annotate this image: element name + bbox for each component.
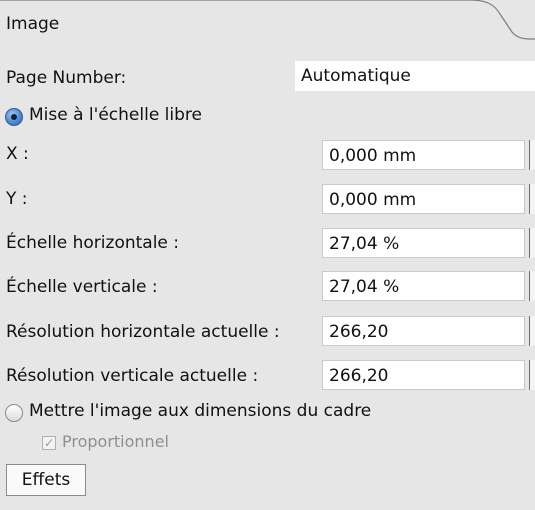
image-properties-panel: Image Page Number: Automatiquе Mise à l'… — [0, 0, 535, 510]
horizontal-scale-stepper[interactable] — [529, 228, 535, 258]
tab-bar: Image — [0, 0, 535, 40]
horizontal-scale-value: 27,04 % — [329, 234, 400, 254]
x-value: 0,000 mm — [329, 146, 417, 166]
x-stepper[interactable] — [529, 140, 535, 170]
y-value: 0,000 mm — [329, 190, 417, 210]
proportional-label: Proportionnel — [62, 432, 169, 451]
horizontal-scale-field[interactable]: 27,04 % — [322, 228, 525, 258]
vertical-resolution-value: 266,20 — [329, 366, 389, 386]
page-number-field[interactable]: Automatiquе — [295, 61, 535, 91]
horizontal-resolution-field[interactable]: 266,20 — [322, 316, 525, 346]
free-scaling-radio[interactable] — [5, 108, 23, 126]
y-label: Y : — [6, 189, 28, 209]
vertical-scale-field[interactable]: 27,04 % — [322, 271, 525, 301]
checkmark-icon: ✓ — [43, 436, 55, 450]
horizontal-resolution-label: Résolution horizontale actuelle : — [6, 322, 280, 342]
vertical-scale-value: 27,04 % — [329, 277, 400, 297]
y-stepper[interactable] — [529, 184, 535, 214]
horizontal-scale-label: Échelle horizontale : — [6, 233, 180, 253]
free-scaling-label[interactable]: Mise à l'échelle libre — [29, 105, 202, 125]
vertical-resolution-field[interactable]: 266,20 — [322, 360, 525, 390]
horizontal-resolution-stepper[interactable] — [529, 316, 535, 346]
fit-to-frame-radio[interactable] — [5, 404, 23, 422]
vertical-resolution-label: Résolution verticale actuelle : — [6, 366, 259, 386]
tab-image[interactable]: Image — [6, 14, 59, 34]
horizontal-resolution-value: 266,20 — [329, 322, 389, 342]
vertical-scale-stepper[interactable] — [529, 271, 535, 301]
x-field[interactable]: 0,000 mm — [322, 140, 525, 170]
x-label: X : — [6, 144, 29, 164]
y-field[interactable]: 0,000 mm — [322, 184, 525, 214]
page-number-value: Automatiquе — [301, 66, 411, 86]
page-number-label: Page Number: — [6, 68, 127, 88]
proportional-checkbox[interactable]: ✓ — [42, 436, 56, 450]
vertical-resolution-stepper[interactable] — [529, 360, 535, 390]
effects-button[interactable]: Effets — [6, 464, 86, 496]
fit-to-frame-label[interactable]: Mettre l'image aux dimensions du cadre — [29, 401, 371, 421]
vertical-scale-label: Échelle verticale : — [6, 277, 158, 297]
tab-shape — [0, 0, 535, 40]
